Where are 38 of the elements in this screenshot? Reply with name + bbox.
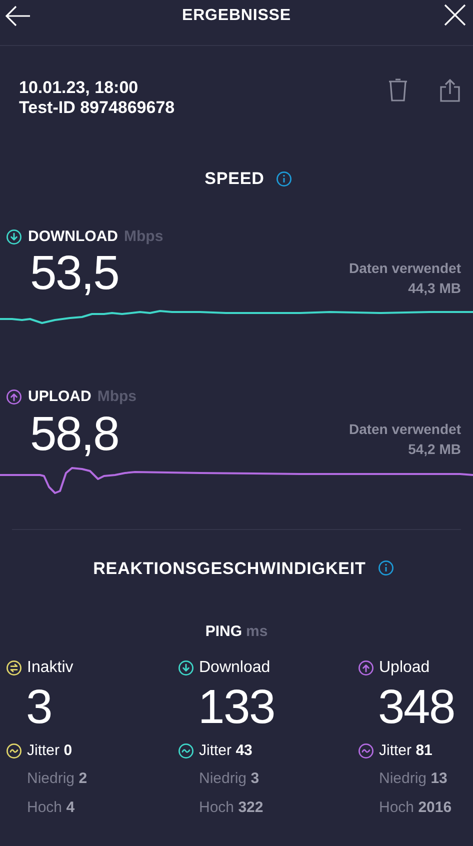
ping-type-label: Upload: [379, 658, 430, 678]
ping-value: 3: [25, 682, 52, 734]
wave-icon: [358, 742, 374, 759]
low-text: Niedrig 2: [26, 769, 88, 789]
wave-icon: [6, 742, 22, 759]
data-used-label: Daten verwendet: [348, 420, 461, 438]
screen-title: ERGEBNISSE: [182, 6, 291, 26]
high-text: Hoch 2016: [378, 798, 453, 818]
speed-value: 58,8: [30, 408, 119, 460]
unit-label: ms: [246, 622, 268, 642]
section-title: REAKTIONSGESCHWINDIGKEIT: [93, 558, 366, 580]
info-icon[interactable]: [378, 560, 394, 576]
data-used-value: 44,3 MB: [408, 279, 461, 298]
ping-type-label: Download: [199, 658, 270, 678]
section-title: SPEED: [204, 168, 264, 190]
data-used-label: Daten verwendet: [348, 259, 461, 278]
ping-type-label: Inaktiv: [27, 658, 74, 678]
speed-value: 53,5: [30, 248, 119, 300]
low-text: Niedrig 13: [378, 769, 448, 789]
jitter-text: Jitter 81: [379, 740, 432, 760]
high-text: Hoch 4: [26, 798, 76, 818]
ping-label: PING: [205, 622, 242, 642]
test-date: 10.01.23, 18:00: [19, 78, 140, 98]
info-icon[interactable]: [276, 170, 292, 187]
ping-value: 348: [377, 682, 456, 734]
test-label: DOWNLOAD: [28, 226, 118, 246]
high-text: Hoch 322: [198, 798, 264, 818]
jitter-text: Jitter 43: [199, 740, 252, 760]
data-used-value: 54,2 MB: [408, 440, 461, 458]
jitter-text: Jitter 0: [27, 740, 72, 760]
test-id: Test-ID 8974869678: [19, 98, 175, 118]
close-button[interactable]: [443, 3, 467, 27]
wave-icon: [178, 742, 194, 759]
ping-value: 133: [197, 682, 276, 734]
share-button[interactable]: [439, 78, 461, 102]
test-label: UPLOAD: [28, 387, 92, 407]
delete-button[interactable]: [387, 78, 409, 102]
low-text: Niedrig 3: [198, 769, 260, 789]
